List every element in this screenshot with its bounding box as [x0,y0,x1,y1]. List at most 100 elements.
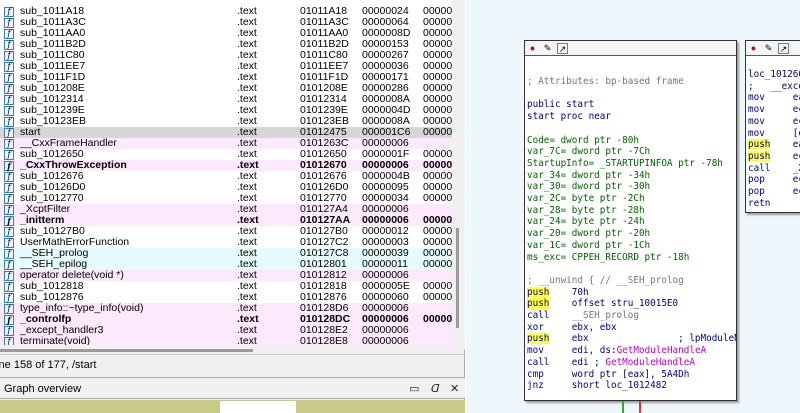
operand: 70h [571,286,589,298]
code-line: var_28= byte ptr -28h [527,205,736,217]
locals: 00000C [423,281,452,292]
functions-list[interactable]: fsub_1011A18.text01011A180000002400000Cf… [0,0,452,345]
code-line: ms_exc= CPPEH_RECORD ptr -18h [527,252,736,264]
operand: edi, ds: [571,345,617,357]
scrollbar-thumb[interactable] [456,228,459,328]
stack-var: StartupInfo= _STARTUPINFOA ptr -78h [527,157,723,169]
scrollbar-thumb[interactable] [0,349,253,352]
operand: short loc_1012482 [571,380,667,392]
instruction: mov ea [748,92,800,104]
function-icon: f [4,293,14,303]
locals: 00000C [423,193,452,204]
instruction: pop ec [748,174,800,186]
function-icon: f [4,205,14,215]
instruction: push ec [748,150,800,163]
comment: ; Attributes: bp-based frame [527,76,684,87]
operand: edi ; [571,356,606,368]
stack-var: var_30= dword ptr -30h [527,181,651,193]
vertical-scrollbar[interactable] [452,0,465,350]
instruction: jnz short loc_1012482 [527,380,736,392]
mnemonic: mov [748,115,765,127]
group-icon[interactable]: ↗ [778,43,789,54]
blank [527,88,736,100]
length: 00000006 [362,335,409,346]
color-icon[interactable]: ● [527,43,538,54]
label: loc_101260 [748,69,800,80]
node-header: ● ✎ ↗ [525,41,736,56]
function-icon: f [4,73,14,83]
mnemonic: push [527,298,550,310]
blank [527,263,736,275]
function-icon: f [4,337,14,345]
locals: 00000 [423,314,452,325]
function-icon: f [4,282,14,292]
function-icon: f [4,7,14,17]
mnemonic: mov [527,345,544,357]
locals: 00000C [423,72,452,83]
stack-var: var_28= byte ptr -28h [527,204,645,216]
node-header: ● ✎ ↗ [746,41,800,56]
code-line: ; __unwind { // __SEH_prolog [527,275,736,287]
mnemonic: call [527,310,550,322]
graph-node-start[interactable]: ● ✎ ↗ ; Attributes: bp-based frame publi… [524,40,737,401]
code-line: loc_101260 [748,69,800,81]
function-icon: f [4,172,14,182]
code-line: ; __exce [748,81,800,93]
float-window-icon[interactable]: ᗡ [430,378,438,400]
table-row[interactable]: f terminate(void) .text 010128E8 00000006 [0,336,452,345]
edge-true [622,401,624,413]
locals: 00000C [423,237,452,248]
directive: start proc near [527,111,611,123]
instruction: mov [e [748,128,800,140]
locals: 00000C [423,28,452,39]
function-icon: f [4,238,14,248]
unwind-comment: ; __unwind { // __SEH_prolog [527,274,684,286]
mnemonic: cmp [527,368,544,380]
locals: 00000C [423,61,452,72]
operand: ebx, ebx [571,321,617,333]
operand: ec [792,186,800,198]
locals: 00000C [423,248,452,259]
code-line: public start [527,99,736,111]
instruction: push ebx ; lpModuleName [527,333,736,345]
mnemonic: mov [748,104,765,116]
graph-overview-title: Graph overview [4,383,82,395]
graph-overview-viewport[interactable] [220,401,296,413]
locals: 00000C [423,116,452,127]
function-icon: f [4,62,14,72]
function-icon: f [4,84,14,94]
mnemonic: call [527,356,550,368]
functions-panel: fsub_1011A18.text01011A180000002400000Cf… [0,0,465,413]
color-icon[interactable]: ● [748,43,759,54]
function-icon: f [4,161,14,171]
graph-node-loc[interactable]: ● ✎ ↗ loc_101260; __excemov eamov ecmov … [745,40,800,213]
code-line: start proc near [527,111,736,123]
locals: 00000 [423,215,452,226]
comment: ; __exce [748,80,800,92]
group-icon[interactable]: ↗ [557,43,568,54]
rename-icon[interactable]: ✎ [763,43,774,54]
code-line: Code= dword ptr -80h [527,135,736,147]
locals: 00000C [423,182,452,193]
segment: .text [237,335,257,346]
close-icon[interactable]: ✕ [450,378,459,400]
mnemonic: call [748,162,771,174]
stack-var: var_2C= byte ptr -2Ch [527,193,645,205]
operand: [e [792,127,800,139]
graph-view[interactable]: ● ✎ ↗ ; Attributes: bp-based frame publi… [466,0,800,413]
function-icon: f [4,249,14,259]
operand: ebx ; lpModuleName [571,333,736,345]
code-line: var_30= dword ptr -30h [527,181,736,193]
locals: 00000C [423,94,452,105]
rename-icon[interactable]: ✎ [542,43,553,54]
api-name: GetModuleHandleA [605,356,695,368]
maximize-icon[interactable]: ▭ [409,378,419,400]
graph-overview-canvas[interactable] [0,400,465,413]
function-icon: f [4,227,14,237]
locals: 00000C [423,6,452,17]
operand: ec [792,115,800,127]
horizontal-scrollbar[interactable] [0,346,452,354]
function-icon: f [4,315,14,325]
code-line: var_34= dword ptr -34h [527,170,736,182]
graph-overview-titlebar: Graph overview ▭ ᗡ ✕ [0,377,465,399]
